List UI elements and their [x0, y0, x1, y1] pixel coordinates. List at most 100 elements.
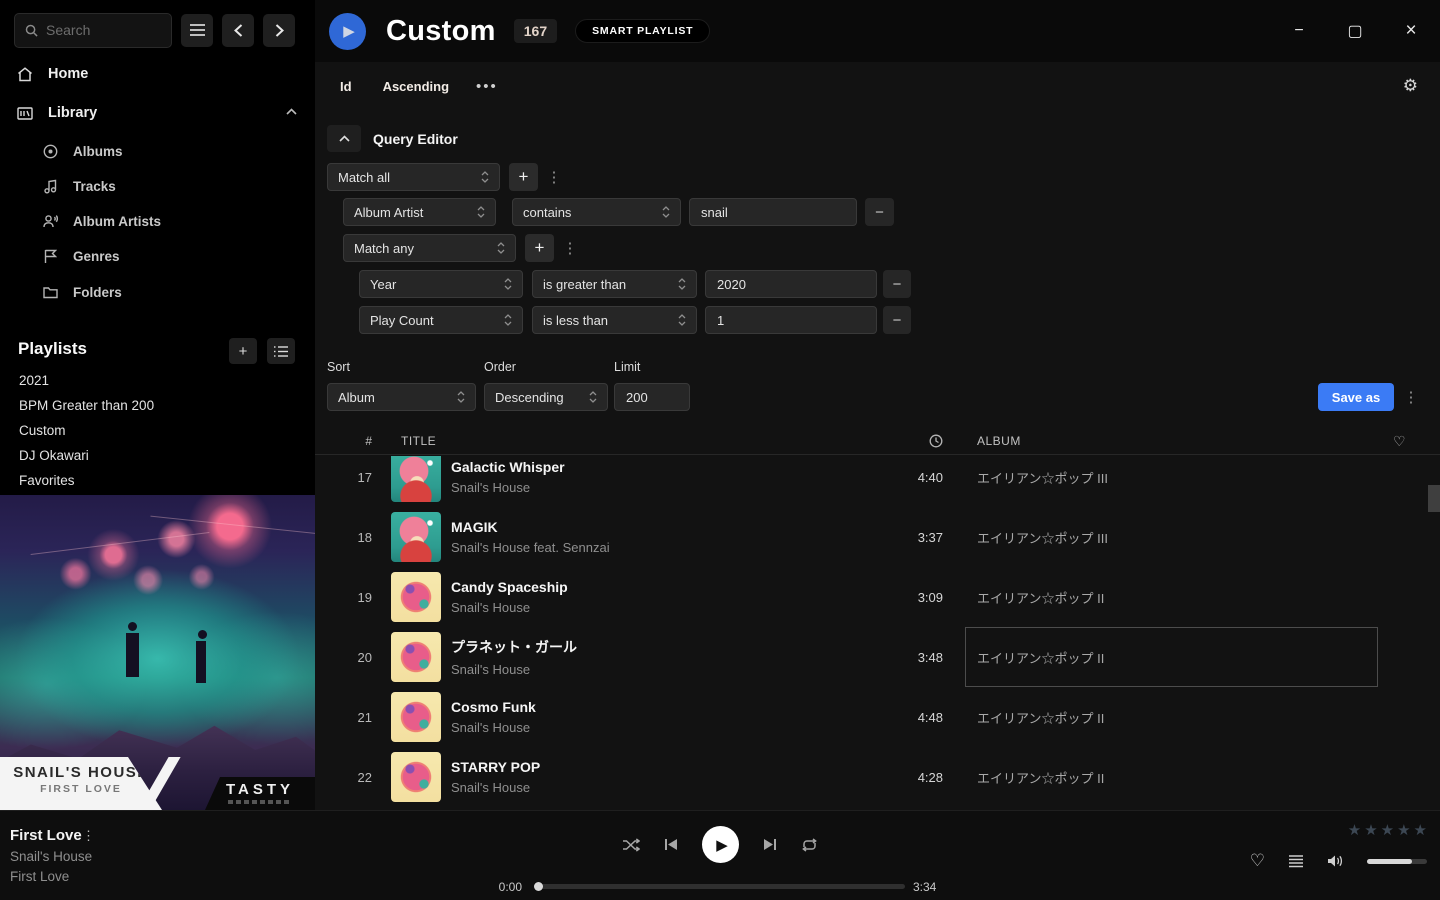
limit-input[interactable]: [614, 383, 690, 411]
rule-operator-select[interactable]: contains: [512, 198, 681, 226]
add-rule-button[interactable]: +: [525, 234, 554, 262]
column-index[interactable]: #: [315, 434, 372, 448]
seek-bar[interactable]: [535, 884, 905, 889]
rule-operator-select[interactable]: is less than: [532, 306, 697, 334]
track-artwork: [391, 752, 441, 802]
play-pause-button[interactable]: ▶: [702, 826, 739, 863]
playlist-item[interactable]: 2021: [19, 373, 49, 388]
add-playlist-button[interactable]: +: [229, 338, 257, 364]
lantern-string: [31, 532, 210, 555]
track-artist[interactable]: Snail's House: [451, 720, 885, 735]
match-all-select[interactable]: Match all: [327, 163, 500, 191]
playlist-item[interactable]: DJ Okawari: [19, 448, 89, 463]
music-note-icon: [42, 179, 59, 194]
query-editor-collapse-button[interactable]: [327, 125, 361, 152]
rule-group-menu-icon[interactable]: ⋮: [561, 234, 579, 262]
scrollbar-thumb[interactable]: [1428, 485, 1440, 512]
remove-rule-button[interactable]: −: [883, 306, 911, 334]
table-row[interactable]: 18 MAGIK Snail's House feat. Sennzai 3:3…: [315, 507, 1440, 567]
star-icon[interactable]: ★: [1397, 821, 1410, 839]
order-select[interactable]: Descending: [484, 383, 608, 411]
playlist-item[interactable]: BPM Greater than 200: [19, 398, 154, 413]
star-icon[interactable]: ★: [1414, 821, 1427, 839]
track-artist[interactable]: Snail's House: [451, 662, 885, 677]
next-track-button[interactable]: [763, 838, 777, 851]
queue-icon[interactable]: [1288, 855, 1304, 868]
track-artist[interactable]: Snail's House: [451, 600, 885, 615]
remove-rule-button[interactable]: −: [883, 270, 911, 298]
add-rule-button[interactable]: +: [509, 163, 538, 191]
save-as-button[interactable]: Save as: [1318, 383, 1394, 411]
sidebar-item-home[interactable]: Home: [16, 66, 88, 82]
track-album[interactable]: エイリアン☆ポップ III: [965, 456, 1378, 507]
rule-field-select[interactable]: Album Artist: [343, 198, 496, 226]
shuffle-button[interactable]: [622, 838, 640, 852]
sidebar-item-albums[interactable]: Albums: [42, 144, 123, 159]
table-row[interactable]: 22 STARRY POP Snail's House 4:28 エイリアン☆ポ…: [315, 747, 1440, 807]
sidebar-item-album-artists[interactable]: Album Artists: [42, 214, 161, 229]
previous-track-button[interactable]: [664, 838, 678, 851]
match-any-select[interactable]: Match any: [343, 234, 516, 262]
table-row[interactable]: 17 Galactic Whisper Snail's House 4:40 エ…: [315, 456, 1440, 507]
now-playing-artist[interactable]: Snail's House: [10, 849, 92, 864]
search-input[interactable]: [46, 22, 156, 38]
playlist-item[interactable]: Favorites: [19, 473, 75, 488]
column-album[interactable]: ALBUM: [977, 434, 1021, 448]
sidebar-item-library[interactable]: Library: [16, 105, 97, 121]
playlist-item[interactable]: Custom: [19, 423, 66, 438]
track-album[interactable]: エイリアン☆ポップ II: [965, 567, 1378, 627]
track-artist[interactable]: Snail's House feat. Sennzai: [451, 540, 885, 555]
library-collapse-icon[interactable]: [286, 108, 297, 115]
rule-value-input[interactable]: [705, 306, 877, 334]
playlist-list-button[interactable]: [267, 338, 295, 364]
table-row[interactable]: 19 Candy Spaceship Snail's House 3:09 エイ…: [315, 567, 1440, 627]
column-title[interactable]: TITLE: [401, 434, 436, 448]
nav-back-button[interactable]: [222, 14, 254, 47]
gear-icon[interactable]: ⚙: [1403, 76, 1418, 96]
rule-operator-select[interactable]: is greater than: [532, 270, 697, 298]
now-playing-title[interactable]: First Love: [10, 827, 82, 844]
track-album[interactable]: エイリアン☆ポップ II: [965, 747, 1378, 807]
sort-field-button[interactable]: Id: [340, 79, 352, 94]
repeat-button[interactable]: [801, 838, 818, 852]
now-playing-artwork[interactable]: SNAIL'S HOUSE FIRST LOVE TASTY: [0, 495, 315, 810]
chevron-up-icon: [339, 135, 350, 142]
volume-icon[interactable]: [1327, 854, 1344, 868]
track-artist[interactable]: Snail's House: [451, 780, 885, 795]
nav-forward-button[interactable]: [263, 14, 295, 47]
sort-direction-button[interactable]: Ascending: [383, 79, 449, 94]
star-icon[interactable]: ★: [1348, 821, 1361, 839]
more-options-icon[interactable]: •••: [476, 78, 498, 95]
favorite-column-heart-icon[interactable]: ♡: [1393, 433, 1406, 450]
rule-group-menu-icon[interactable]: ⋮: [545, 163, 563, 191]
rule-value-input[interactable]: [689, 198, 857, 226]
track-album[interactable]: エイリアン☆ポップ III: [965, 507, 1378, 567]
star-icon[interactable]: ★: [1381, 821, 1394, 839]
window-maximize-button[interactable]: ▢: [1342, 18, 1368, 44]
remove-rule-button[interactable]: −: [865, 198, 894, 226]
duration-column-clock-icon[interactable]: [913, 434, 943, 448]
sidebar-item-tracks[interactable]: Tracks: [42, 179, 116, 194]
volume-slider[interactable]: [1367, 859, 1427, 864]
search-box[interactable]: [14, 13, 172, 48]
menu-button[interactable]: [181, 14, 213, 47]
track-album-focused[interactable]: エイリアン☆ポップ II: [965, 627, 1378, 687]
star-icon[interactable]: ★: [1364, 821, 1377, 839]
window-minimize-button[interactable]: −: [1286, 18, 1312, 44]
sort-select[interactable]: Album: [327, 383, 476, 411]
sidebar-item-genres[interactable]: Genres: [42, 249, 120, 264]
query-menu-icon[interactable]: ⋮: [1402, 383, 1420, 411]
rule-field-select[interactable]: Year: [359, 270, 523, 298]
track-album[interactable]: エイリアン☆ポップ II: [965, 687, 1378, 747]
now-playing-menu-icon[interactable]: ⋮: [82, 828, 95, 844]
play-playlist-button[interactable]: ▶: [329, 13, 366, 50]
rule-value-input[interactable]: [705, 270, 877, 298]
table-row[interactable]: 20 プラネット・ガール Snail's House 3:48 エイリアン☆ポッ…: [315, 627, 1440, 687]
table-row[interactable]: 21 Cosmo Funk Snail's House 4:48 エイリアン☆ポ…: [315, 687, 1440, 747]
track-artist[interactable]: Snail's House: [451, 480, 885, 495]
seek-handle[interactable]: [534, 882, 543, 891]
sidebar-item-folders[interactable]: Folders: [42, 285, 122, 300]
window-close-button[interactable]: ×: [1398, 18, 1424, 44]
favorite-heart-icon[interactable]: ♡: [1250, 851, 1265, 871]
rule-field-select[interactable]: Play Count: [359, 306, 523, 334]
